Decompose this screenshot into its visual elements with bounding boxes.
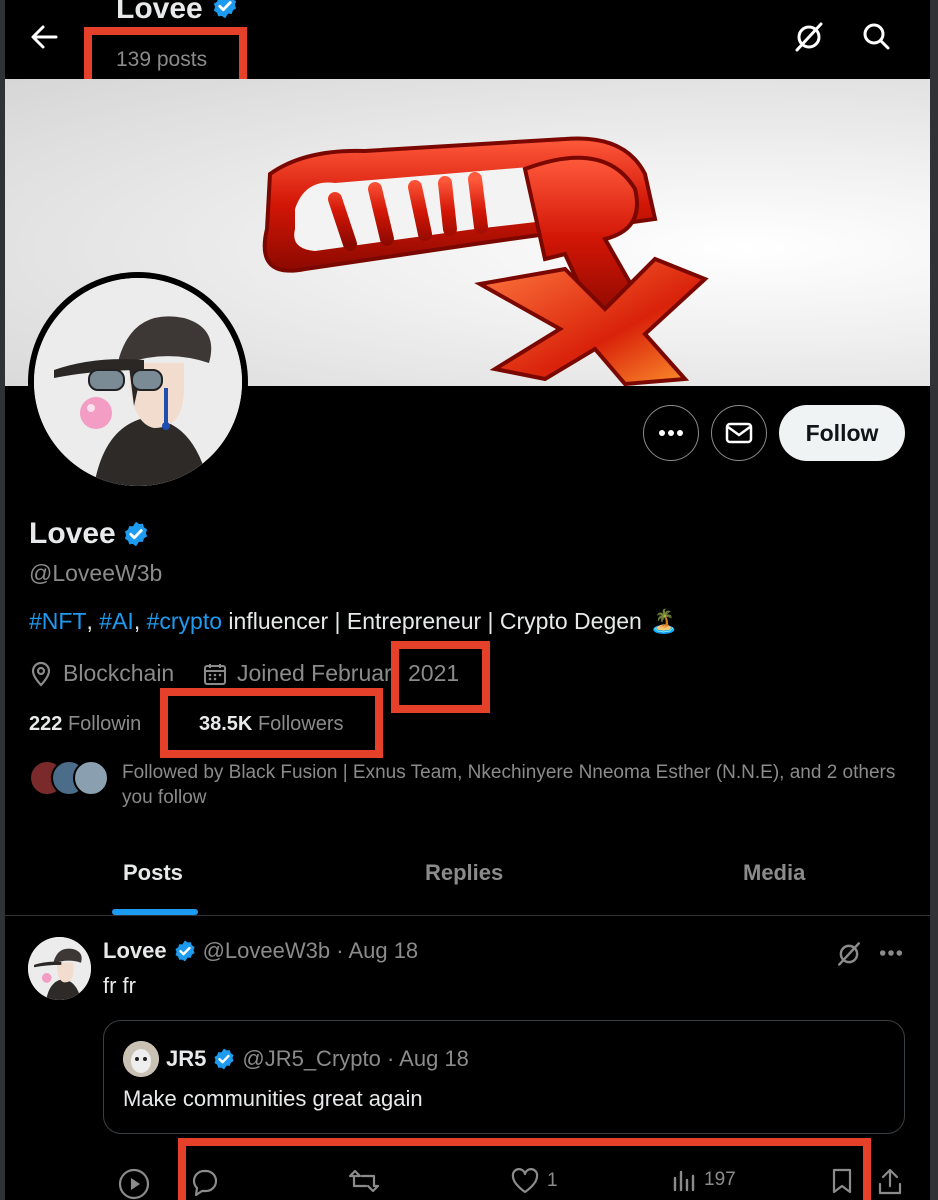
quoted-post-header: JR5 @JR5_Crypto · Aug 18	[166, 1046, 469, 1072]
heart-icon	[511, 1168, 539, 1194]
following-count: 222	[29, 713, 63, 735]
post-handle-date: @LoveeW3b · Aug 18	[202, 938, 419, 963]
profile-name-row: Lovee	[29, 517, 150, 551]
bio-separator: ,	[133, 608, 147, 634]
follow-button[interactable]: Follow	[779, 405, 905, 461]
following-link[interactable]: 222 Followin	[29, 713, 141, 736]
post-header: Lovee @LoveeW3b · Aug 18	[103, 938, 418, 964]
views-bar-chart-icon	[673, 1170, 695, 1192]
grok-icon[interactable]	[793, 20, 825, 54]
quoted-handle-date: @JR5_Crypto · Aug 18	[242, 1046, 469, 1071]
followers-link[interactable]: 38.5K Followers	[199, 713, 344, 736]
island-emoji: 🏝️	[649, 608, 679, 634]
verified-badge-icon	[213, 0, 237, 19]
views-button[interactable]: 197	[672, 1168, 736, 1192]
quoted-post-text: Make communities great again	[123, 1086, 423, 1111]
post-more-icon[interactable]	[879, 949, 903, 957]
header-name: Lovee	[116, 0, 203, 25]
quoted-author-name: JR5	[166, 1046, 207, 1071]
repost-icon	[349, 1169, 379, 1193]
post-text: fr fr	[103, 973, 136, 998]
frame-border-right	[930, 0, 938, 1200]
views-count: 197	[704, 1169, 736, 1190]
back-arrow-icon[interactable]	[30, 24, 58, 50]
following-label: Followin	[67, 713, 142, 735]
bio-separator: ,	[86, 608, 100, 634]
reply-icon	[192, 1169, 218, 1196]
calendar-icon	[203, 662, 227, 686]
search-icon[interactable]	[862, 22, 890, 50]
share-button[interactable]	[877, 1168, 903, 1196]
profile-avatar[interactable]	[28, 272, 248, 492]
post-avatar-illustration	[28, 937, 91, 1000]
profile-joined: Joined Februar	[203, 660, 392, 687]
verified-badge-icon[interactable]	[122, 520, 150, 548]
followers-count: 38.5K	[199, 713, 253, 735]
tab-posts[interactable]: Posts	[123, 860, 183, 886]
followed-by-text[interactable]: Followed by Black Fusion | Exnus Team, N…	[122, 760, 902, 810]
followers-you-know-avatars[interactable]	[29, 760, 109, 798]
verified-badge-icon	[214, 1048, 234, 1070]
header-title: Lovee	[116, 0, 239, 26]
joined-text: Joined Februar	[237, 660, 392, 686]
play-button[interactable]	[118, 1168, 150, 1200]
repost-button[interactable]	[349, 1168, 379, 1194]
hashtag-link[interactable]: #crypto	[147, 608, 222, 635]
location-pin-icon	[29, 661, 53, 687]
share-icon	[878, 1168, 902, 1195]
header-post-count: 139 posts	[116, 48, 208, 71]
post-author-name[interactable]: Lovee	[103, 938, 167, 964]
more-icon	[658, 429, 684, 437]
more-options-button[interactable]	[643, 405, 699, 461]
hashtag-link[interactable]: #NFT	[29, 608, 87, 635]
profile-bio: #NFT, #AI, #crypto influencer | Entrepre…	[29, 608, 678, 635]
location-text: Blockchain	[63, 660, 175, 686]
bookmark-icon	[832, 1168, 852, 1194]
hashtag-link[interactable]: #AI	[99, 608, 134, 635]
reply-button[interactable]	[191, 1168, 219, 1196]
tab-media[interactable]: Media	[743, 860, 805, 886]
tab-replies[interactable]: Replies	[425, 860, 503, 886]
quoted-author-avatar	[123, 1041, 159, 1077]
tabs-divider	[5, 915, 930, 916]
bio-text: influencer | Entrepreneur | Crypto Degen	[222, 608, 642, 634]
message-button[interactable]	[711, 405, 767, 461]
bookmark-button[interactable]	[831, 1168, 853, 1194]
profile-name: Lovee	[29, 517, 116, 550]
post-author-avatar[interactable]	[28, 937, 91, 1000]
like-button[interactable]: 1	[511, 1168, 558, 1194]
mini-avatar	[73, 760, 109, 796]
avatar-illustration	[34, 278, 242, 486]
grok-icon[interactable]	[836, 940, 862, 968]
mail-icon	[725, 422, 753, 444]
joined-year: 2021	[408, 660, 460, 686]
followers-label: Followers	[257, 713, 344, 735]
verified-badge-icon	[175, 940, 195, 962]
like-count: 1	[547, 1170, 558, 1191]
play-icon	[118, 1168, 150, 1200]
profile-handle: @LoveeW3b	[29, 560, 163, 586]
profile-location: Blockchain	[29, 660, 174, 687]
quoted-post[interactable]	[103, 1020, 905, 1134]
